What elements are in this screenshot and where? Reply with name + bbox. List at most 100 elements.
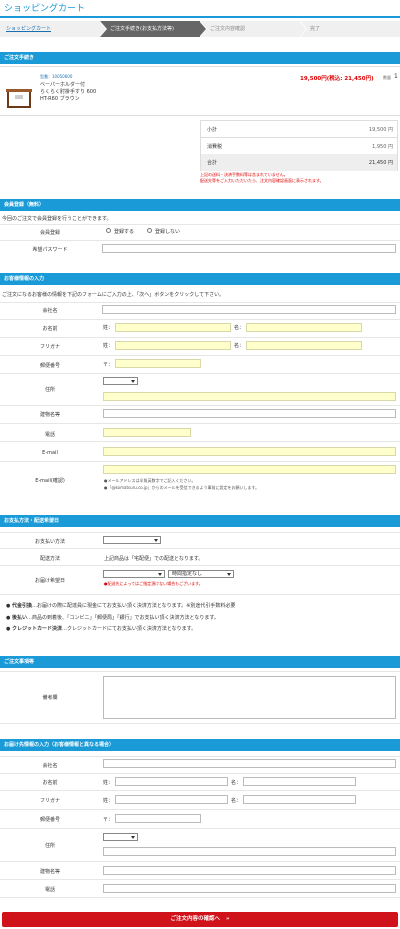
item-name-line1[interactable]: ベーパーホルダー付 <box>40 81 85 88</box>
register-yes-label[interactable]: 登録する <box>114 228 134 235</box>
ship-company-input[interactable] <box>103 759 396 768</box>
cod-text: …お届けの際に配達員に現金にてお支払い頂く決済方法となります。※別途代引手数料必… <box>31 603 236 609</box>
confirm-order-button[interactable]: ご注文内容の確認へ » <box>2 912 398 927</box>
payment-info-postpay: ● 後払い…商品の到着後、「コンビニ」「郵便局」「銀行」でお支払い頂く決済方法と… <box>6 615 219 621</box>
title-underline <box>0 16 400 18</box>
ship-last-name-kana-input[interactable] <box>115 795 228 804</box>
credit-title: クレジットカード決済 <box>11 626 62 632</box>
ship-name-label: お名前 <box>42 780 58 786</box>
ship-address-label: 住所 <box>44 843 55 849</box>
tel-input[interactable] <box>103 428 191 437</box>
email-confirm-input[interactable] <box>103 465 396 474</box>
ship-address-input[interactable] <box>103 847 396 856</box>
first-name-input[interactable] <box>246 323 362 332</box>
member-register-label: 会員登録 <box>39 230 60 236</box>
ship-zip-label: 郵便番号 <box>39 817 60 823</box>
sei-label: 姓： <box>103 325 114 331</box>
ship-building-input[interactable] <box>103 866 396 875</box>
password-input[interactable] <box>102 244 396 253</box>
address-input[interactable] <box>103 392 396 401</box>
ship-mei-kana-label: 名： <box>231 798 242 804</box>
register-no-label[interactable]: 登録しない <box>155 228 180 235</box>
totals-table: 小計 19,500 円 消費税 1,950 円 合計 21,450 円 <box>200 120 398 171</box>
email-input[interactable] <box>103 447 396 456</box>
customer-section-header: お客様情報の入力 <box>0 273 400 285</box>
register-yes-radio[interactable] <box>106 228 111 233</box>
payment-section-header: お支払方法・配送希望日 <box>0 515 400 527</box>
step-cart-link[interactable]: ショッピングカート <box>0 21 100 37</box>
member-section-header: 会員登録（無料） <box>0 199 400 211</box>
ship-tel-input[interactable] <box>103 884 396 893</box>
email-note-1: ●メールアドレスは半角英数字でご記入ください。 <box>104 478 196 483</box>
ship-sei-kana-label: 姓： <box>103 798 114 804</box>
page-title: ショッピングカート <box>4 4 86 14</box>
company-input[interactable] <box>102 305 396 314</box>
ship-kana-label: フリガナ <box>39 798 60 804</box>
step-separator <box>99 21 106 37</box>
prefecture-select[interactable] <box>103 377 138 385</box>
last-name-kana-input[interactable] <box>115 341 231 350</box>
item-name-line2[interactable]: らくらく肘掛手すり 600 <box>40 88 96 95</box>
tax-value: 1,950 円 <box>372 144 393 150</box>
double-chevron-right-icon: » <box>225 916 230 922</box>
tel-label: 電話 <box>44 432 55 438</box>
qty-value: 1 <box>394 73 398 80</box>
ship-zip-input[interactable] <box>115 814 201 823</box>
divider <box>0 115 400 116</box>
subtotal-label: 小計 <box>207 127 218 133</box>
building-label: 建物名等 <box>39 412 60 418</box>
item-price: 19,500円(税込: 21,450円) <box>300 76 374 82</box>
delivery-date-select[interactable] <box>103 570 165 578</box>
zip-input[interactable] <box>115 359 201 368</box>
ship-mei-label: 名： <box>231 780 242 786</box>
delivery-date-note: ●配送先によってはご指定頂けない場合もございます。 <box>104 581 203 586</box>
address-label: 住所 <box>44 387 55 393</box>
tax-label: 消費税 <box>207 144 223 150</box>
register-no-radio[interactable] <box>147 228 152 233</box>
remarks-section-header: ご注文事項等 <box>0 656 400 668</box>
ship-last-name-input[interactable] <box>115 777 228 786</box>
email-label: E-mail <box>42 450 58 456</box>
delivery-date-label: お届け希望日 <box>34 578 65 584</box>
item-name-line3[interactable]: HT-R60 ブラウン <box>40 95 80 102</box>
step-current: ご注文手続き(お支払方法等) <box>100 21 200 37</box>
email-confirm-label: E-mail(確認) <box>35 478 65 484</box>
password-label: 希望パスワード <box>32 247 68 253</box>
remarks-label: 備考欄 <box>42 695 58 701</box>
total-value: 21,450 円 <box>368 160 393 166</box>
delivery-time-select[interactable]: 時間指定なし <box>168 570 234 578</box>
delivery-method-label: 配送方法 <box>39 556 60 562</box>
checkout-steps: ショッピングカート ご注文手続き(お支払方法等) ご注文内容確認 完了 <box>0 21 400 37</box>
cod-title: 代金引換 <box>11 603 32 609</box>
ship-tel-label: 電話 <box>44 887 55 893</box>
shipping-section-header: お届け先情報の入力（お客様情報と異なる場合） <box>0 739 400 751</box>
mei-kana-label: 名： <box>234 343 245 349</box>
first-name-kana-input[interactable] <box>246 341 362 350</box>
product-image[interactable] <box>4 84 34 110</box>
ship-first-name-kana-input[interactable] <box>243 795 356 804</box>
shipping-note-2: 配送先等をご入力いただいたら、注文内容確認画面に表示されます。 <box>200 178 324 183</box>
payment-method-label: お支払い方法 <box>34 539 65 545</box>
kana-label: フリガナ <box>39 344 60 350</box>
ship-building-label: 建物名等 <box>39 869 60 875</box>
ship-first-name-input[interactable] <box>243 777 356 786</box>
step-confirm: ご注文内容確認 <box>210 26 246 32</box>
email-note-2: ●「@komatsuru.co.jp」からのメールを受信できるよう事前に設定をお… <box>104 485 260 490</box>
payment-info-cod: ● 代金引換…お届けの際に配達員に現金にてお支払い頂く決済方法となります。※別途… <box>6 603 236 609</box>
divider <box>0 66 400 67</box>
qty-label: 数量 <box>383 75 391 80</box>
postpay-text: …商品の到着後、「コンビニ」「郵便局」「銀行」でお支払い頂く決済方法となります。 <box>26 615 219 621</box>
remarks-textarea[interactable] <box>103 676 396 719</box>
step-complete: 完了 <box>310 26 321 32</box>
payment-method-select[interactable] <box>103 536 161 544</box>
building-input[interactable] <box>103 409 396 418</box>
ship-zip-mark: 〒： <box>103 817 114 823</box>
ship-prefecture-select[interactable] <box>103 833 138 841</box>
name-label: お名前 <box>42 326 58 332</box>
step-separator <box>199 21 206 37</box>
delivery-method-text: 上記商品は「宅配便」での配送となります。 <box>104 556 204 562</box>
payment-info-credit: ● クレジットカード決済…クレジットカードにてお支払い頂く決済方法となります。 <box>6 626 197 632</box>
mei-label: 名： <box>234 325 245 331</box>
step-separator <box>299 21 306 37</box>
last-name-input[interactable] <box>115 323 231 332</box>
